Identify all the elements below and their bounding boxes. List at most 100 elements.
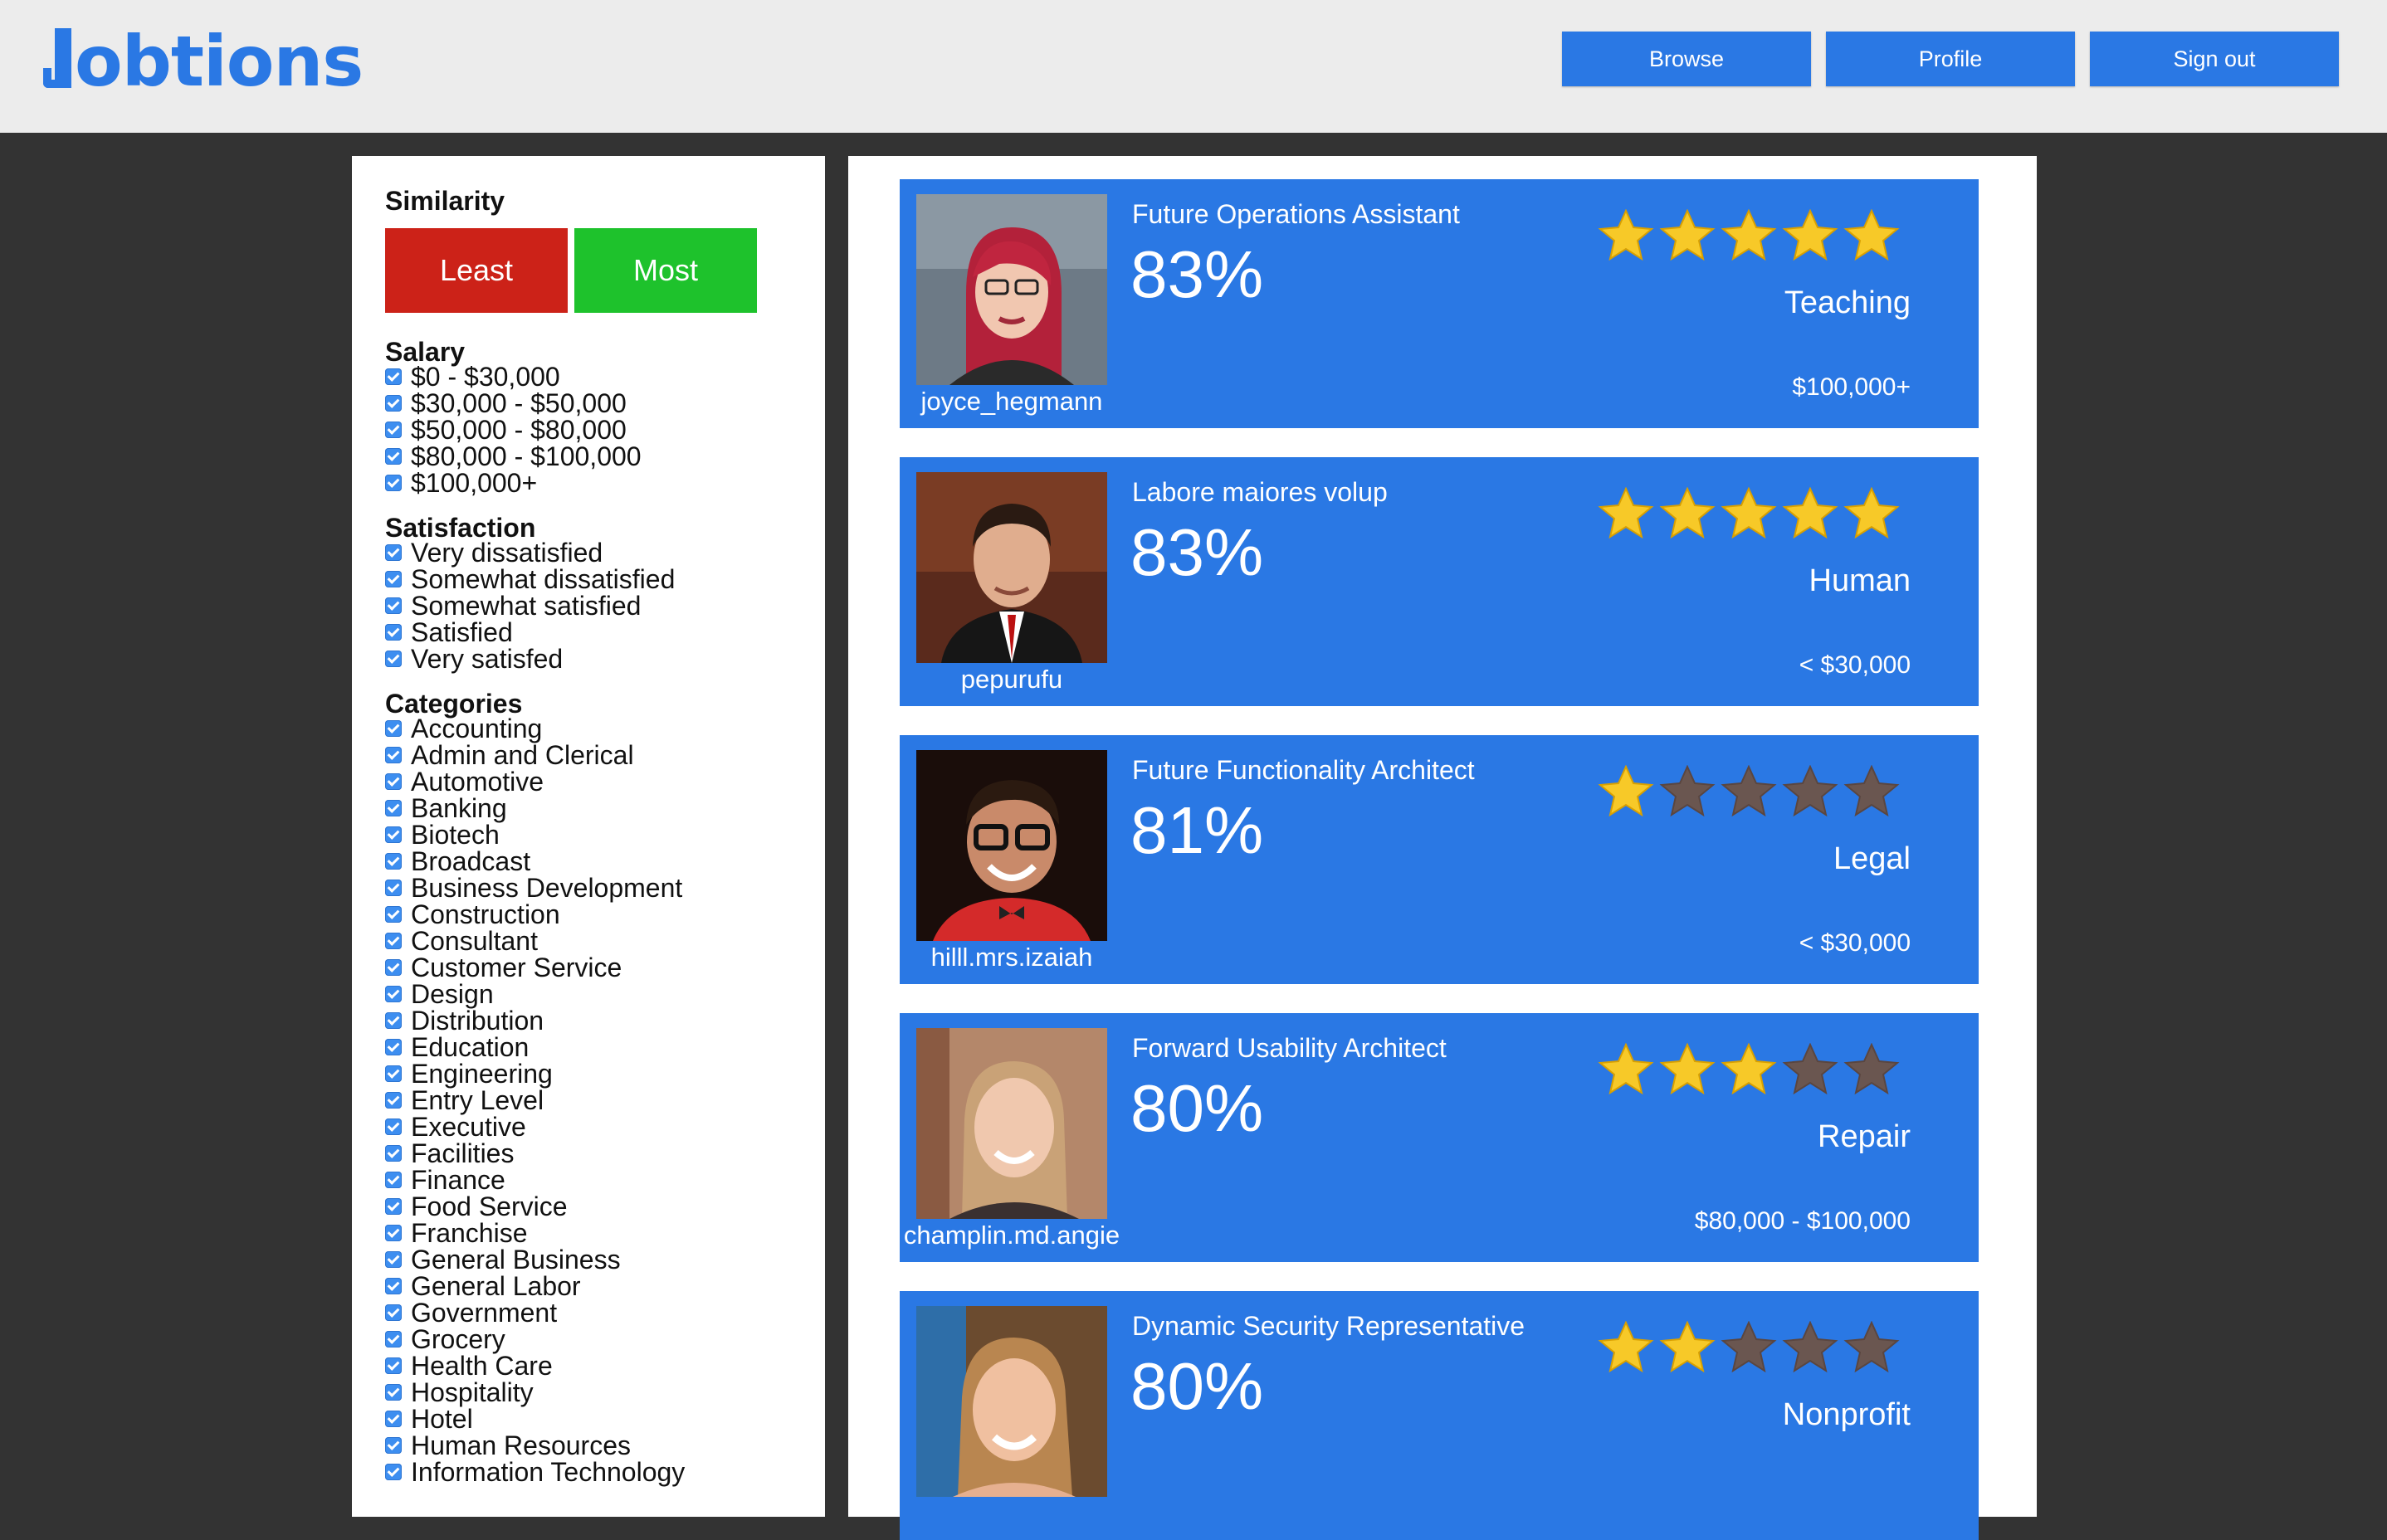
job-title[interactable]: Future Operations Assistant [1132,199,1460,230]
checkbox[interactable] [385,1304,402,1321]
checkbox[interactable] [385,1039,402,1055]
category-option[interactable]: Consultant [385,926,685,956]
category-option[interactable]: Government [385,1298,685,1328]
salary-option[interactable]: $80,000 - $100,000 [385,441,642,471]
checkbox[interactable] [385,1251,402,1268]
avatar[interactable] [916,1028,1107,1219]
category-option[interactable]: General Business [385,1245,685,1274]
checkbox[interactable] [385,597,402,614]
category-option[interactable]: Business Development [385,873,685,903]
browse-button[interactable]: Browse [1562,32,1811,86]
checkbox[interactable] [385,475,402,491]
category-option[interactable]: Design [385,979,685,1009]
satisfaction-option[interactable]: Satisfied [385,617,675,647]
result-card[interactable]: champlin.md.angie Forward Usability Archi… [900,1013,1979,1262]
result-card[interactable]: joyce_hegmann Future Operations Assistant… [900,179,1979,428]
category-option[interactable]: Customer Service [385,953,685,982]
category-option[interactable]: Admin and Clerical [385,740,685,770]
category-option[interactable]: Distribution [385,1006,685,1036]
checkbox[interactable] [385,986,402,1002]
checkbox[interactable] [385,720,402,737]
category-option[interactable]: Executive [385,1112,685,1142]
avatar[interactable] [916,750,1107,941]
result-card[interactable]: hilll.mrs.izaiah Future Functionality Arc… [900,735,1979,984]
category-option[interactable]: Entry Level [385,1085,685,1115]
checkbox[interactable] [385,800,402,816]
category-option[interactable]: General Labor [385,1271,685,1301]
salary-option[interactable]: $100,000+ [385,468,642,498]
result-card[interactable]: Dynamic Security Representative 80% Nonpro… [900,1291,1979,1540]
checkbox[interactable] [385,1172,402,1188]
checkbox[interactable] [385,933,402,949]
checkbox[interactable] [385,1065,402,1082]
salary-option[interactable]: $0 - $30,000 [385,362,642,392]
category-option[interactable]: Automotive [385,767,685,797]
category-option[interactable]: Information Technology [385,1457,685,1487]
category-option[interactable]: Franchise [385,1218,685,1248]
category-option[interactable]: Finance [385,1165,685,1195]
category-option[interactable]: Accounting [385,714,685,743]
job-title[interactable]: Forward Usability Architect [1132,1033,1447,1064]
category-option[interactable]: Facilities [385,1138,685,1168]
checkbox[interactable] [385,1198,402,1215]
category-option[interactable]: Broadcast [385,846,685,876]
checkbox[interactable] [385,1437,402,1454]
checkbox[interactable] [385,906,402,923]
sign-out-button[interactable]: Sign out [2090,32,2339,86]
checkbox[interactable] [385,651,402,667]
category-option[interactable]: Hospitality [385,1377,685,1407]
satisfaction-option[interactable]: Very dissatisfied [385,538,675,568]
category-option[interactable]: Health Care [385,1351,685,1381]
checkbox[interactable] [385,544,402,561]
checkbox[interactable] [385,1092,402,1109]
satisfaction-option[interactable]: Somewhat satisfied [385,591,675,621]
checkbox[interactable] [385,395,402,412]
salary-option[interactable]: $50,000 - $80,000 [385,415,642,445]
satisfaction-option[interactable]: Somewhat dissatisfied [385,564,675,594]
satisfaction-option[interactable]: Very satisfed [385,644,675,674]
result-card[interactable]: pepurufu Labore maiores volup 83% Human < $3… [900,457,1979,706]
checkbox[interactable] [385,368,402,385]
checkbox[interactable] [385,1145,402,1162]
avatar[interactable] [916,194,1107,385]
checkbox[interactable] [385,959,402,976]
avatar[interactable] [916,472,1107,663]
checkbox[interactable] [385,571,402,587]
username[interactable]: champlin.md.angie [900,1221,1124,1250]
salary-option[interactable]: $30,000 - $50,000 [385,388,642,418]
checkbox[interactable] [385,1357,402,1374]
checkbox[interactable] [385,1464,402,1480]
checkbox[interactable] [385,624,402,641]
category-option[interactable]: Biotech [385,820,685,850]
category-option[interactable]: Banking [385,793,685,823]
checkbox[interactable] [385,747,402,763]
checkbox[interactable] [385,773,402,790]
checkbox[interactable] [385,1118,402,1135]
least-similar-button[interactable]: Least [385,228,568,313]
checkbox[interactable] [385,880,402,896]
category-option[interactable]: Engineering [385,1059,685,1089]
category-option[interactable]: Food Service [385,1192,685,1221]
username[interactable]: hilll.mrs.izaiah [900,943,1124,972]
checkbox[interactable] [385,1384,402,1401]
username[interactable]: joyce_hegmann [900,387,1124,417]
profile-button[interactable]: Profile [1826,32,2075,86]
checkbox[interactable] [385,448,402,465]
category-option[interactable]: Grocery [385,1324,685,1354]
job-title[interactable]: Future Functionality Architect [1132,755,1475,786]
category-option[interactable]: Construction [385,899,685,929]
jobtions-logo[interactable]: obtions [43,27,364,96]
username[interactable]: pepurufu [900,665,1124,694]
checkbox[interactable] [385,1278,402,1294]
checkbox[interactable] [385,853,402,870]
checkbox[interactable] [385,1331,402,1348]
checkbox[interactable] [385,826,402,843]
checkbox[interactable] [385,1225,402,1241]
checkbox[interactable] [385,1411,402,1427]
most-similar-button[interactable]: Most [574,228,757,313]
category-option[interactable]: Hotel [385,1404,685,1434]
checkbox[interactable] [385,1012,402,1029]
category-option[interactable]: Human Resources [385,1430,685,1460]
job-title[interactable]: Labore maiores volup [1132,477,1388,508]
checkbox[interactable] [385,422,402,438]
